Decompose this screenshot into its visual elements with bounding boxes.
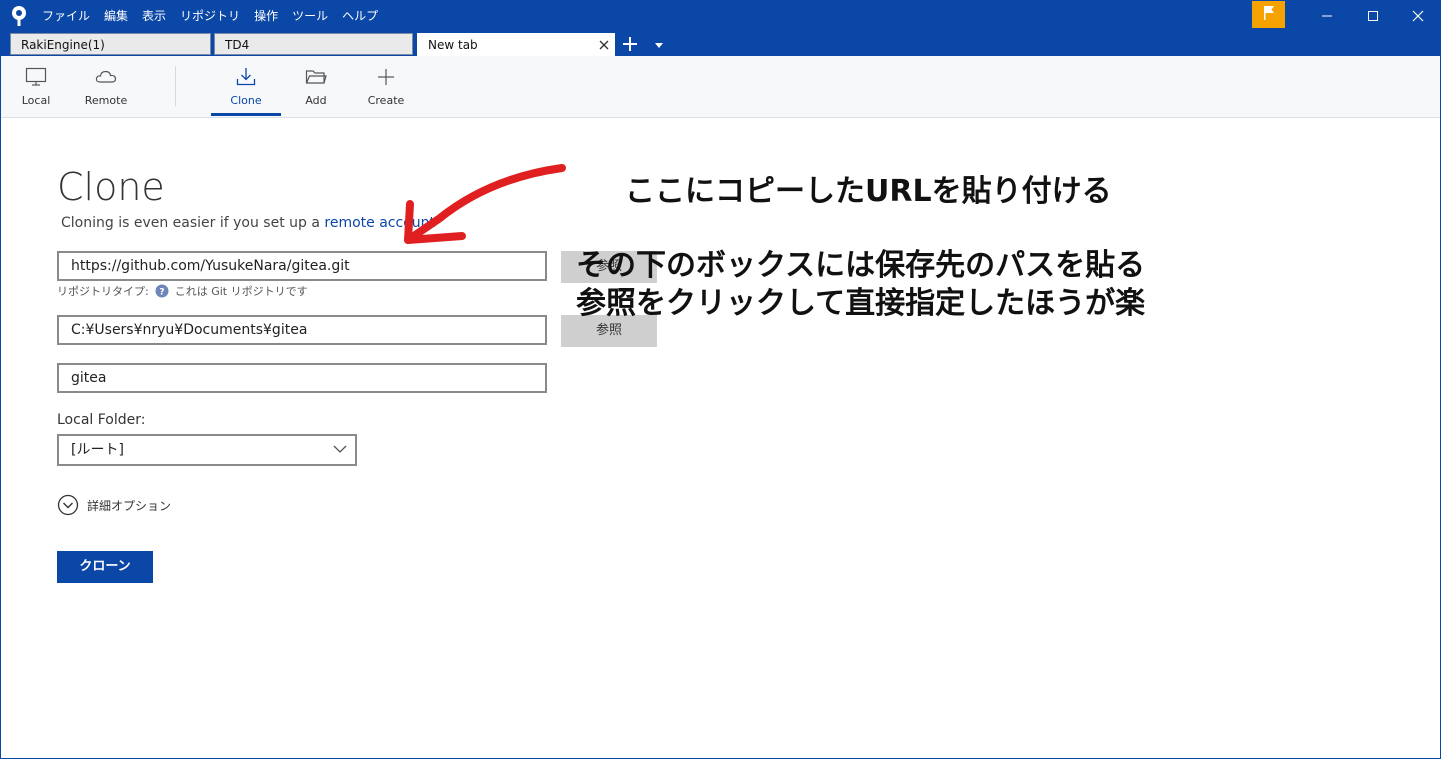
chevron-down-icon [333,445,347,453]
close-window-button[interactable] [1395,0,1441,32]
destination-path-field[interactable] [57,315,547,345]
subtitle-text: Cloning is even easier if you set up a [61,215,325,231]
tab-close-icon[interactable] [598,39,610,51]
tab-rakiengine[interactable]: RakiEngine(1) [10,33,211,55]
chevron-circle-down-icon [57,494,79,516]
toolbar-clone-button[interactable]: Clone [211,56,281,116]
close-icon [1412,10,1424,22]
name-field[interactable] [57,363,547,393]
plus-icon [378,69,394,85]
annotation-arrow-icon [404,164,566,244]
flag-button[interactable] [1252,0,1285,28]
toolbar: Local Remote Clone Add Create [0,56,1441,118]
source-url-field[interactable] [57,251,547,281]
menu-help[interactable]: ヘルプ [342,7,378,25]
destination-path-input[interactable] [59,317,545,343]
annotation-line-3: 参照をクリックして直接指定したほうが楽 [576,286,1146,321]
clone-button[interactable]: クローン [57,551,153,583]
toolbar-local-label: Local [21,94,51,107]
active-tab-indicator [211,113,281,116]
svg-text:?: ? [159,288,164,298]
flag-icon [1264,6,1274,20]
cloud-icon [95,70,117,83]
tab-label: TD4 [225,38,250,52]
menu-edit[interactable]: 編集 [104,7,128,25]
toolbar-add-button[interactable]: Add [281,56,351,116]
menu-view[interactable]: 表示 [142,7,166,25]
maximize-button[interactable] [1350,0,1396,32]
tab-new-tab[interactable]: New tab [417,33,615,57]
toolbar-local-button[interactable]: Local [1,56,71,116]
menu-actions[interactable]: 操作 [254,7,278,25]
menu-tools[interactable]: ツール [292,7,328,25]
folder-icon [305,70,327,84]
toolbar-create-button[interactable]: Create [351,56,421,116]
toolbar-create-label: Create [367,94,405,107]
sourcetree-logo-icon [12,6,26,26]
menu-bar: ファイル 編集 表示 リポジトリ 操作 ツール ヘルプ [42,7,392,25]
name-input[interactable] [59,365,545,391]
toolbar-remote-button[interactable]: Remote [71,56,141,116]
minimize-icon [1322,15,1332,17]
toolbar-clone-label: Clone [230,94,262,107]
repo-type-label: リポジトリタイプ: [57,285,149,298]
advanced-options-label: 詳細オプション [87,498,172,513]
help-icon[interactable]: ? [155,284,169,298]
repo-type-value: これは Git リポジトリです [174,285,308,298]
local-folder-value: [ルート] [71,442,124,458]
monitor-icon [25,67,47,86]
source-url-input[interactable] [59,253,545,279]
toolbar-add-label: Add [305,94,327,107]
title-bar: ファイル 編集 表示 リポジトリ 操作 ツール ヘルプ RakiEngine(1… [0,0,1441,57]
toolbar-separator [175,66,176,106]
local-folder-label: Local Folder: [57,412,146,428]
page-subtitle: Cloning is even easier if you set up a r… [61,215,435,231]
tab-td4[interactable]: TD4 [214,33,413,55]
minimize-button[interactable] [1304,0,1350,32]
download-icon [236,68,256,86]
local-folder-select[interactable]: [ルート] [57,434,357,466]
tab-label: RakiEngine(1) [21,38,105,52]
tab-label: New tab [428,38,478,52]
toolbar-remote-label: Remote [84,94,128,107]
menu-file[interactable]: ファイル [42,7,90,25]
maximize-icon [1368,11,1378,21]
menu-repository[interactable]: リポジトリ [180,7,240,25]
page-title: Clone [57,165,165,209]
new-tab-plus-icon[interactable] [620,34,640,54]
advanced-options-toggle[interactable]: 詳細オプション [57,494,171,516]
annotation-line-1: ここにコピーしたURLを貼り付ける [625,174,1112,209]
tab-list-dropdown-icon[interactable] [652,38,666,52]
repo-type-row: リポジトリタイプ: ? これは Git リポジトリです [57,283,308,299]
